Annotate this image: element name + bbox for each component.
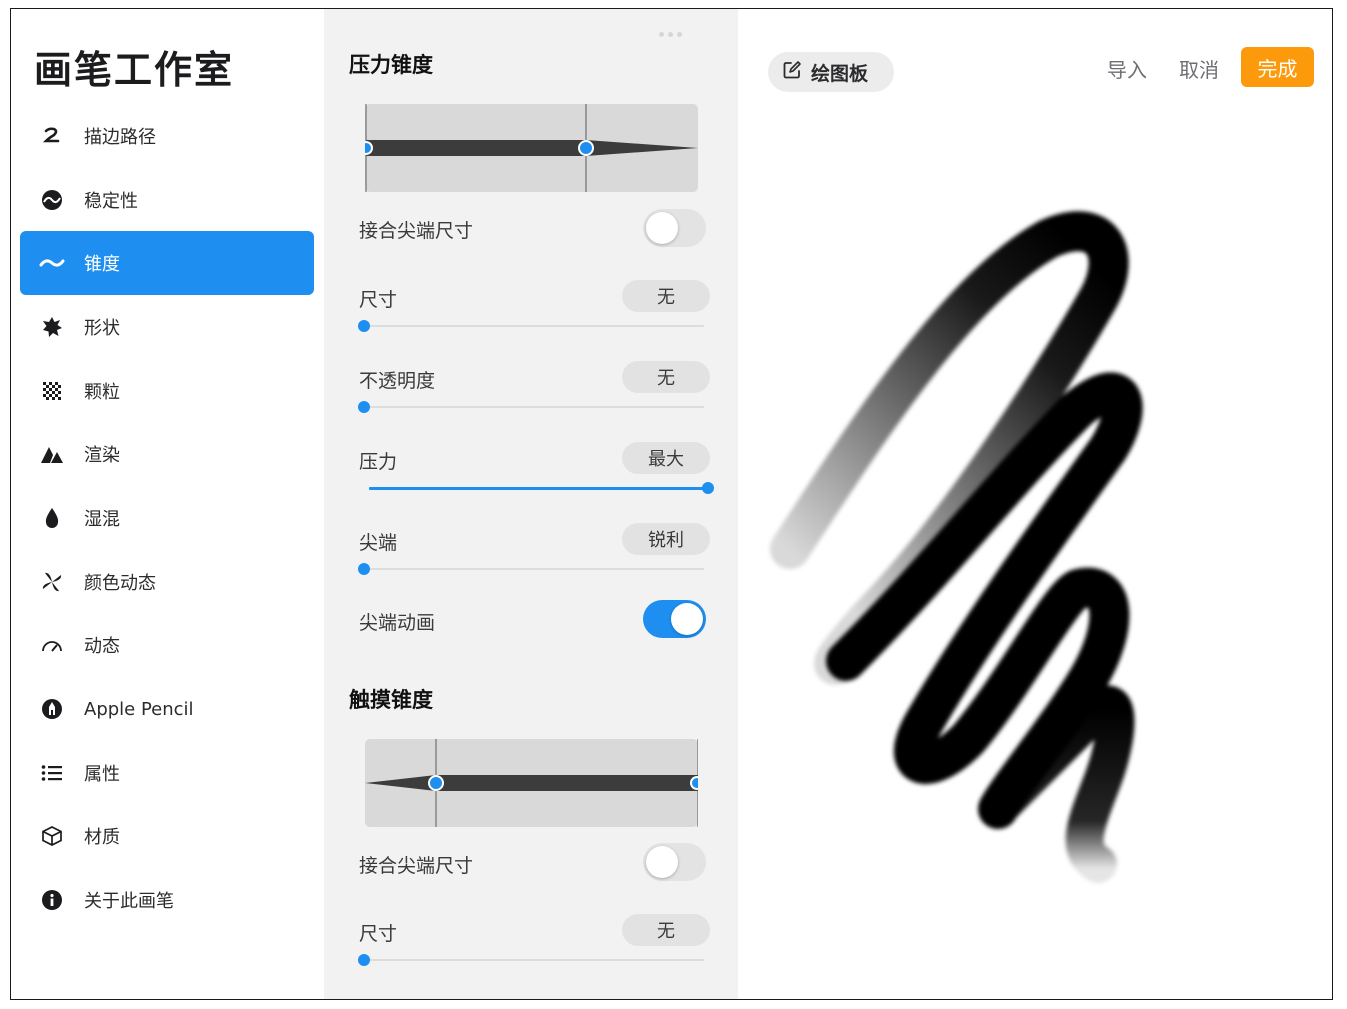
properties-icon xyxy=(37,758,67,788)
pressure-slider-knob[interactable] xyxy=(702,482,714,494)
wet-mix-icon xyxy=(37,503,67,533)
grain-icon xyxy=(37,376,67,406)
opacity-slider[interactable] xyxy=(358,401,704,413)
sidebar-item-taper[interactable]: 锥度 xyxy=(20,231,314,295)
sidebar-item-wet-mix[interactable]: 湿混 xyxy=(20,486,314,550)
size-value: 无 xyxy=(622,280,710,312)
tip-size-link-label: 接合尖端尺寸 xyxy=(359,220,474,242)
stroke-path-icon xyxy=(37,121,67,151)
sidebar-item-label: 材质 xyxy=(84,827,120,848)
taper-settings-panel: 压力锥度 接合尖端尺寸 尺寸 无 不透明度 无 压力 最大 尖端 锐利 尖端动画… xyxy=(324,9,738,999)
touch-tip-size-link-toggle[interactable] xyxy=(643,843,706,881)
size-label: 尺寸 xyxy=(359,289,398,311)
tip-label: 尖端 xyxy=(359,532,398,554)
opacity-value: 无 xyxy=(622,361,710,393)
brush-stroke-preview xyxy=(770,211,1143,883)
touch-tip-size-link-label: 接合尖端尺寸 xyxy=(359,855,474,877)
brush-studio-window: 画笔工作室 描边路径 稳定性 锥度 形状 颗粒 渲染 湿混 颜色动态 动态 Ap… xyxy=(10,8,1333,1000)
tip-value: 锐利 xyxy=(622,523,710,555)
sidebar-item-label: 锥度 xyxy=(84,254,120,275)
sidebar-item-rendering[interactable]: 渲染 xyxy=(20,422,314,486)
sidebar-item-label: 形状 xyxy=(84,318,120,339)
sidebar-item-label: 颗粒 xyxy=(84,382,120,403)
pressure-taper-title: 压力锥度 xyxy=(349,53,433,77)
size-slider-knob[interactable] xyxy=(358,320,370,332)
info-icon xyxy=(37,885,67,915)
sidebar-item-label: 湿混 xyxy=(84,509,120,530)
sidebar-item-materials[interactable]: 材质 xyxy=(20,804,314,868)
opacity-slider-knob[interactable] xyxy=(358,401,370,413)
touch-size-value: 无 xyxy=(622,914,710,946)
opacity-label: 不透明度 xyxy=(359,370,436,392)
tip-slider[interactable] xyxy=(358,563,704,575)
sidebar-item-label: 渲染 xyxy=(84,445,120,466)
touch-taper-start-handle[interactable] xyxy=(428,775,444,791)
tip-animation-toggle[interactable] xyxy=(643,600,706,638)
rendering-icon xyxy=(37,439,67,469)
taper-icon xyxy=(37,248,67,278)
touch-taper-title: 触摸锥度 xyxy=(349,688,433,712)
sidebar-item-shape[interactable]: 形状 xyxy=(20,295,314,359)
pressure-slider[interactable] xyxy=(369,482,714,494)
touch-taper-editor[interactable] xyxy=(365,739,698,827)
pressure-label: 压力 xyxy=(359,451,398,473)
touch-size-label: 尺寸 xyxy=(359,923,398,945)
sidebar-item-label: 关于此画笔 xyxy=(84,891,174,912)
sidebar: 画笔工作室 描边路径 稳定性 锥度 形状 颗粒 渲染 湿混 颜色动态 动态 Ap… xyxy=(11,9,324,999)
sidebar-item-label: Apple Pencil xyxy=(84,698,194,720)
panel-grabber[interactable] xyxy=(659,22,689,37)
pressure-value: 最大 xyxy=(622,442,710,474)
sidebar-item-label: 属性 xyxy=(84,764,120,785)
apple-pencil-icon xyxy=(37,694,67,724)
touch-size-slider-knob[interactable] xyxy=(358,954,370,966)
sidebar-item-apple-pencil[interactable]: Apple Pencil xyxy=(20,677,314,741)
sidebar-item-stabilization[interactable]: 稳定性 xyxy=(20,168,314,232)
shape-icon xyxy=(37,312,67,342)
tip-animation-label: 尖端动画 xyxy=(359,612,436,634)
sidebar-item-stroke-path[interactable]: 描边路径 xyxy=(20,104,314,168)
color-dynamics-icon xyxy=(37,567,67,597)
sidebar-item-about-brush[interactable]: 关于此画笔 xyxy=(20,868,314,932)
materials-icon xyxy=(37,821,67,851)
sidebar-item-grain[interactable]: 颗粒 xyxy=(20,359,314,423)
tip-size-link-toggle[interactable] xyxy=(643,209,706,247)
sidebar-item-label: 描边路径 xyxy=(84,127,156,148)
pressure-taper-editor[interactable] xyxy=(365,104,698,192)
sidebar-item-color-dynamics[interactable]: 颜色动态 xyxy=(20,550,314,614)
touch-size-slider[interactable] xyxy=(358,954,704,966)
sidebar-item-label: 稳定性 xyxy=(84,191,138,212)
sidebar-item-dynamics[interactable]: 动态 xyxy=(20,613,314,677)
dynamics-icon xyxy=(37,630,67,660)
drawing-pad-canvas[interactable]: 绘图板 导入 取消 完成 xyxy=(738,9,1332,999)
sidebar-item-label: 颜色动态 xyxy=(84,573,156,594)
stabilization-icon xyxy=(37,185,67,215)
sidebar-item-properties[interactable]: 属性 xyxy=(20,741,314,805)
taper-start-handle[interactable] xyxy=(365,141,373,155)
size-slider[interactable] xyxy=(358,320,704,332)
tip-slider-knob[interactable] xyxy=(358,563,370,575)
touch-taper-end-handle[interactable] xyxy=(690,776,698,790)
page-title: 画笔工作室 xyxy=(34,48,235,92)
taper-end-handle[interactable] xyxy=(578,140,594,156)
sidebar-item-label: 动态 xyxy=(84,636,120,657)
